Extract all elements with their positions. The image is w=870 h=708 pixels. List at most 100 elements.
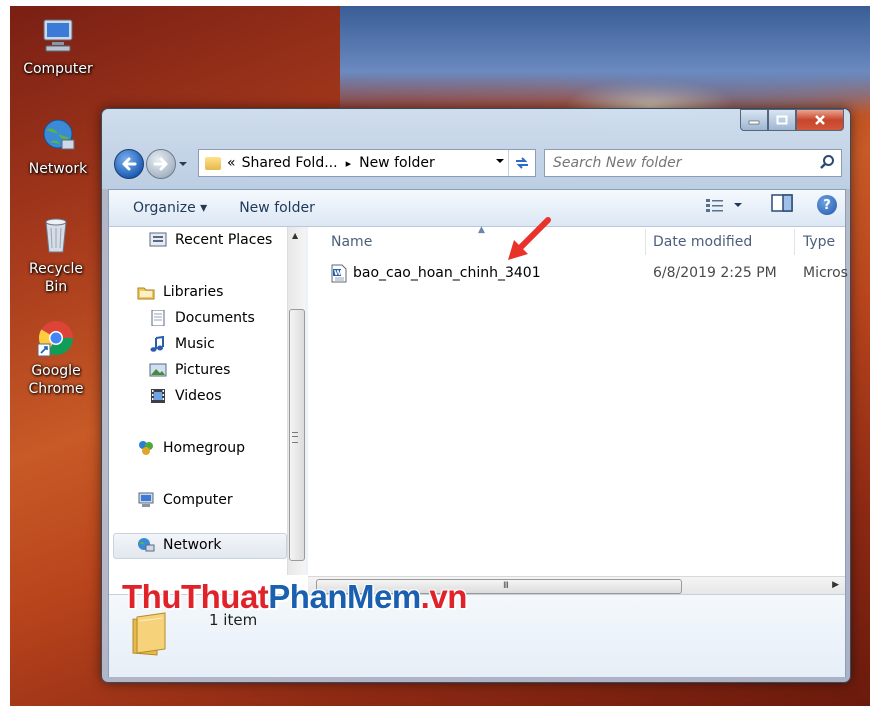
minimize-icon	[748, 120, 760, 125]
nav-item-documents[interactable]: Documents	[149, 307, 255, 329]
nav-item-music[interactable]: Music	[149, 333, 215, 355]
change-view-button[interactable]	[705, 197, 743, 213]
back-button[interactable]	[114, 149, 144, 179]
caption-buttons	[740, 109, 844, 131]
column-header-date-modified[interactable]: Date modified	[630, 227, 752, 257]
nav-item-recent-places[interactable]: Recent Places	[149, 229, 272, 251]
file-name: bao_cao_hoan_chinh_3401	[353, 265, 541, 281]
maximize-icon	[776, 115, 788, 125]
nav-item-homegroup[interactable]: Homegroup	[137, 437, 245, 459]
computer-icon	[137, 492, 155, 508]
file-type: Micros	[803, 265, 848, 281]
nav-item-pictures[interactable]: Pictures	[149, 359, 230, 381]
videos-film-icon	[149, 388, 167, 404]
desktop-icon-network[interactable]: Network	[18, 116, 98, 178]
back-arrow-icon	[122, 157, 137, 171]
desktop-icon-label: Google	[31, 363, 81, 379]
scroll-up-arrow-icon[interactable]: ▲	[292, 231, 298, 240]
nav-item-label: Network	[163, 537, 222, 553]
network-globe-icon	[38, 116, 78, 156]
address-history-chevron-down-icon[interactable]	[495, 156, 505, 166]
recent-pages-chevron-down-icon[interactable]	[178, 159, 188, 169]
close-button[interactable]	[796, 109, 844, 131]
toolbar-right: ?	[705, 194, 837, 216]
column-headers: ▲ Name Date modified Type	[308, 225, 845, 257]
nav-item-libraries[interactable]: Libraries	[137, 281, 223, 303]
watermark-part: ThuThuat	[122, 578, 269, 615]
nav-item-computer[interactable]: Computer	[137, 489, 233, 511]
column-header-name[interactable]: Name	[308, 227, 372, 257]
scrollbar-grip: III	[503, 581, 509, 591]
nav-item-label: Homegroup	[163, 440, 246, 456]
libraries-icon	[137, 284, 155, 300]
navigation-pane: Recent Places Libraries Documents Music …	[109, 227, 287, 575]
desktop-sky	[340, 6, 870, 116]
nav-item-label: Libraries	[163, 284, 224, 300]
close-icon	[815, 115, 825, 125]
maximize-button[interactable]	[768, 109, 796, 131]
search-box[interactable]	[544, 149, 842, 177]
folder-icon	[205, 156, 221, 170]
breadcrumb-shared-folders[interactable]: Shared Fold...	[242, 155, 338, 171]
network-icon	[137, 537, 155, 553]
forward-button[interactable]	[146, 149, 176, 179]
preview-pane-icon	[771, 194, 793, 212]
refresh-icon	[516, 157, 528, 169]
homegroup-icon	[137, 440, 155, 456]
watermark-logo: ThuThuatPhanMem.vn	[122, 578, 467, 616]
documents-icon	[149, 309, 167, 327]
nav-item-label: Computer	[163, 492, 233, 508]
desktop-icon-label: Chrome	[28, 381, 84, 397]
desktop-icon-chrome[interactable]: Google Chrome	[16, 318, 96, 398]
folder-large-icon	[129, 609, 169, 657]
details-view-icon	[706, 199, 723, 212]
pictures-icon	[149, 362, 167, 378]
word-document-icon: W	[331, 264, 347, 283]
search-icon[interactable]	[819, 154, 835, 170]
red-annotation-arrow-icon	[508, 217, 551, 260]
address-bar[interactable]: « Shared Fold... ▸ New folder	[198, 149, 536, 177]
preview-pane-button[interactable]	[771, 194, 793, 216]
file-row[interactable]: W bao_cao_hoan_chinh_3401 6/8/2019 2:25 …	[308, 261, 848, 285]
refresh-button[interactable]	[508, 150, 535, 176]
navigation-bar: « Shared Fold... ▸ New folder	[112, 147, 842, 179]
view-chevron-down-icon	[734, 203, 742, 207]
svg-text:W: W	[334, 269, 342, 277]
music-note-icon	[149, 335, 167, 352]
chrome-icon	[36, 318, 76, 358]
forward-arrow-icon	[153, 157, 168, 171]
file-date-modified: 6/8/2019 2:25 PM	[653, 265, 777, 281]
new-folder-button[interactable]: New folder	[227, 194, 327, 222]
desktop-icon-label: Network	[28, 161, 88, 177]
desktop-icon-computer[interactable]: Computer	[18, 16, 98, 78]
watermark-part: PhanMem	[268, 578, 421, 615]
minimize-button[interactable]	[740, 109, 768, 131]
desktop-icon-recycle-bin[interactable]: Recycle Bin	[16, 216, 96, 296]
nav-item-label: Pictures	[175, 362, 231, 378]
breadcrumb-separator[interactable]: ▸	[346, 157, 352, 170]
help-button[interactable]: ?	[817, 195, 837, 215]
scrollbar-grip-icon	[292, 432, 298, 443]
organize-menu-button[interactable]: Organize ▾	[121, 194, 219, 222]
desktop-icon-label: Recycle Bin	[29, 261, 83, 295]
nav-item-videos[interactable]: Videos	[149, 385, 222, 407]
recent-places-icon	[149, 232, 167, 248]
command-bar: Organize ▾ New folder ?	[109, 190, 845, 227]
nav-item-network[interactable]: Network	[137, 534, 221, 556]
desktop-icon-label: Computer	[23, 61, 93, 77]
help-question-icon: ?	[823, 197, 831, 213]
sort-ascending-icon: ▲	[478, 225, 485, 235]
nav-item-label: Documents	[175, 310, 255, 326]
scroll-right-arrow-icon[interactable]: ▶	[832, 580, 839, 590]
search-input[interactable]	[545, 150, 805, 176]
file-list: ▲ Name Date modified Type W bao_cao_hoan…	[308, 225, 848, 575]
navigation-pane-scrollbar[interactable]: ▲	[287, 227, 305, 575]
recycle-bin-icon	[36, 216, 76, 256]
column-header-type[interactable]: Type	[780, 227, 835, 257]
address-overflow-chevron[interactable]: «	[227, 155, 236, 171]
breadcrumb-new-folder[interactable]: New folder	[359, 155, 435, 171]
nav-item-label: Videos	[175, 388, 222, 404]
nav-item-label: Music	[175, 336, 215, 352]
computer-icon	[38, 16, 78, 56]
watermark-part: .vn	[420, 578, 468, 615]
